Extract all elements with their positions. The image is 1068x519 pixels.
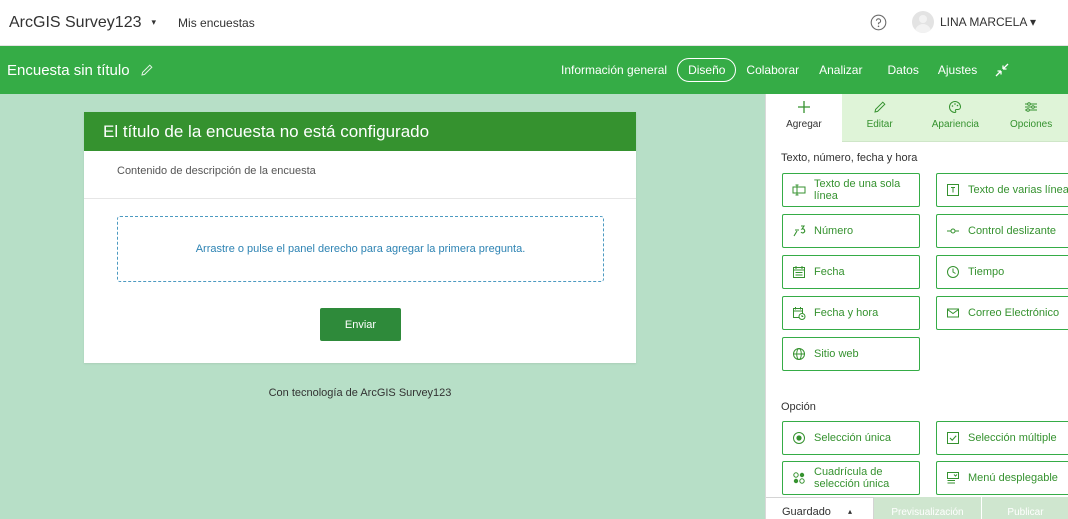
question-label: Cuadrícula de selección única [814, 466, 890, 490]
nav-collaborate[interactable]: Colaborar [746, 63, 799, 77]
calendar-clock-icon [793, 307, 806, 320]
plus-icon [797, 101, 810, 113]
question-label: Fecha y hora [814, 307, 879, 319]
tab-options[interactable]: Opciones [993, 94, 1068, 142]
tab-add[interactable]: Agregar [766, 94, 842, 142]
collapse-icon[interactable] [993, 61, 1011, 79]
survey-title: Encuesta sin título [7, 61, 130, 79]
grid-icon [793, 472, 805, 484]
user-menu[interactable]: LINA MARCELA ▾ [940, 15, 1036, 29]
question-email[interactable]: Correo Electrónico [936, 296, 1068, 330]
calendar-icon [793, 266, 805, 278]
multiline-text-icon [947, 184, 959, 196]
pencil-icon [873, 101, 886, 113]
publish-button[interactable]: Publicar [982, 497, 1068, 519]
tab-appearance[interactable]: Apariencia [917, 94, 994, 142]
form-description[interactable]: Contenido de descripción de la encuesta [84, 151, 636, 199]
my-surveys-link[interactable]: Mis encuestas [178, 16, 255, 30]
question-single-choice[interactable]: Selección única [782, 421, 920, 455]
save-status[interactable]: Guardado ▴ [766, 497, 874, 519]
question-date[interactable]: Fecha [782, 255, 920, 289]
question-label: Control deslizante [968, 225, 1057, 237]
avatar[interactable] [912, 11, 934, 33]
top-bar: ArcGIS Survey123 ▾ Mis encuestas LINA MA… [0, 0, 1068, 46]
top-nav: Información general Diseño Colaborar Ana… [561, 46, 1011, 94]
question-label: Texto de varias líneas [968, 184, 1068, 196]
question-label: Número [814, 225, 854, 237]
question-label: Menú desplegable [968, 472, 1058, 484]
question-single-choice-grid[interactable]: Cuadrícula de selección única [782, 461, 920, 495]
question-number[interactable]: Número [782, 214, 920, 248]
question-datetime[interactable]: Fecha y hora [782, 296, 920, 330]
survey-form-card: El título de la encuesta no está configu… [84, 112, 636, 363]
form-header[interactable]: El título de la encuesta no está configu… [84, 112, 636, 151]
checkbox-icon [947, 432, 959, 444]
edit-title-pencil-icon[interactable] [140, 63, 154, 77]
globe-icon [793, 348, 805, 360]
tab-edit[interactable]: Editar [841, 94, 918, 142]
chevron-up-icon[interactable]: ▴ [848, 507, 852, 516]
single-line-text-icon [792, 184, 806, 196]
preview-button[interactable]: Previsualización [874, 497, 982, 519]
question-label: Selección múltiple [968, 432, 1057, 444]
sliders-icon [1025, 102, 1038, 112]
question-label: Tiempo [968, 266, 1005, 278]
form-title: El título de la encuesta no está configu… [103, 121, 430, 141]
tab-edit-label: Editar [866, 119, 893, 130]
dropzone-hint: Arrastre o pulse el panel derecho para a… [195, 243, 526, 255]
question-multiline-text[interactable]: Texto de varias líneas [936, 173, 1068, 207]
design-panel: Agregar Editar Apariencia Opciones Texto… [765, 94, 1068, 519]
clock-icon [947, 266, 959, 278]
envelope-icon [947, 308, 959, 318]
nav-data[interactable]: Datos [887, 63, 918, 77]
survey-header-bar: Encuesta sin título Información general … [0, 46, 1068, 94]
section-choice-title: Opción [781, 401, 816, 413]
nav-settings[interactable]: Ajustes [938, 63, 977, 77]
question-time[interactable]: Tiempo [936, 255, 1068, 289]
question-single-line-text[interactable]: Texto de una sola línea [782, 173, 920, 207]
radio-icon [793, 432, 805, 444]
tab-options-label: Opciones [1010, 119, 1053, 130]
question-multiple-choice[interactable]: Selección múltiple [936, 421, 1068, 455]
powered-by-text: Con tecnología de ArcGIS Survey123 [268, 387, 452, 399]
question-dropzone[interactable]: Arrastre o pulse el panel derecho para a… [117, 216, 604, 282]
question-label: Selección única [814, 432, 892, 444]
panel-footer: Guardado ▴ Previsualización Publicar [766, 497, 1068, 519]
app-menu-chevron-icon[interactable]: ▾ [152, 17, 157, 28]
nav-analyze[interactable]: Analizar [819, 63, 862, 77]
question-label: Correo Electrónico [968, 307, 1060, 319]
question-website[interactable]: Sitio web [782, 337, 920, 371]
survey-canvas: El título de la encuesta no está configu… [0, 94, 765, 519]
question-dropdown[interactable]: Menú desplegable [936, 461, 1068, 495]
nav-design[interactable]: Diseño [677, 58, 737, 82]
panel-tabs: Agregar Editar Apariencia Opciones [766, 94, 1068, 142]
question-slider[interactable]: Control deslizante [936, 214, 1068, 248]
tab-appearance-label: Apariencia [931, 119, 979, 130]
submit-button[interactable]: Enviar [320, 308, 401, 341]
question-label: Fecha [814, 266, 845, 278]
question-label: Texto de una sola línea [814, 178, 901, 202]
app-title[interactable]: ArcGIS Survey123 [9, 14, 142, 32]
save-status-label: Guardado [782, 506, 831, 518]
tab-add-label: Agregar [786, 119, 822, 130]
help-icon[interactable] [870, 14, 887, 31]
palette-icon [949, 100, 962, 114]
section-text-title: Texto, número, fecha y hora [781, 152, 918, 164]
nav-overview[interactable]: Información general [561, 63, 667, 77]
dropdown-icon [947, 472, 959, 484]
slider-icon [947, 228, 959, 234]
question-label: Sitio web [814, 348, 859, 360]
number-icon [793, 225, 806, 237]
